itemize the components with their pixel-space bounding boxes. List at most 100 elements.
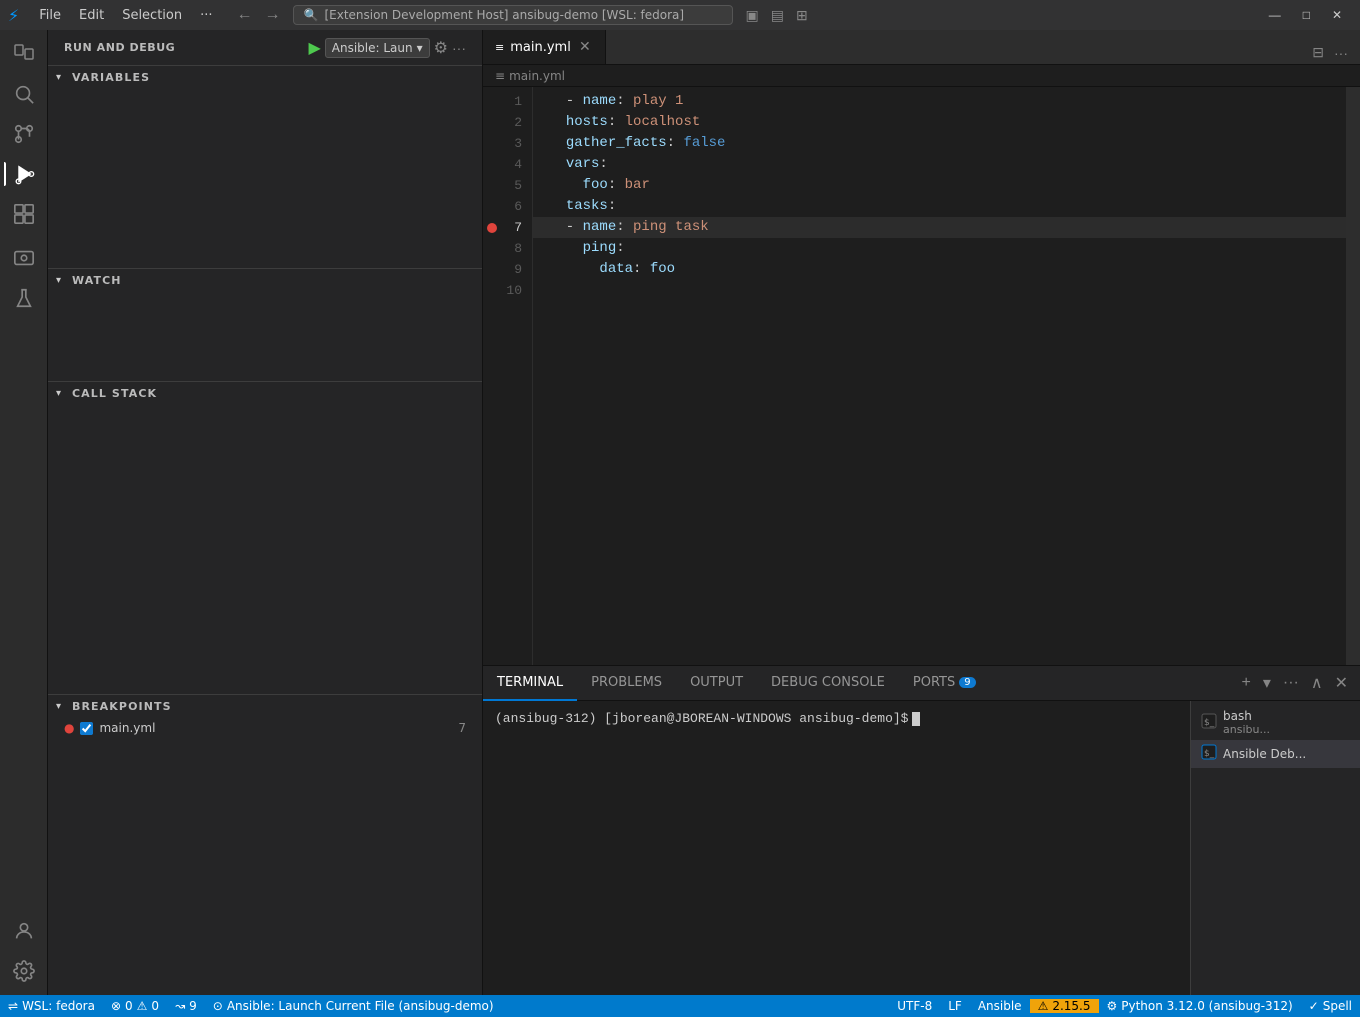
status-spell[interactable]: ✓ Spell (1301, 999, 1360, 1013)
breakpoints-chevron-icon: ▾ (56, 701, 68, 712)
menu-selection[interactable]: Selection (114, 6, 190, 25)
status-errors[interactable]: ⊗ 0 ⚠ 0 (103, 995, 167, 1017)
breakpoint-dot-icon: ● (64, 721, 74, 735)
close-panel-button[interactable]: ✕ (1331, 670, 1352, 696)
activity-icon-run-debug[interactable] (4, 154, 44, 194)
editor-tab-main-yml[interactable]: ≡ main.yml ✕ (483, 30, 606, 64)
activity-icon-settings[interactable] (4, 951, 44, 991)
terminal-line-1: (ansibug-312) [jborean@JBOREAN-WINDOWS a… (495, 709, 1178, 729)
main-container: RUN AND DEBUG ▶ Ansible: Laun ▾ ⚙ ··· ▾ … (0, 30, 1360, 995)
layout-btn-2[interactable]: ▤ (766, 4, 789, 27)
run-debug-label: RUN AND DEBUG (64, 41, 175, 54)
run-debug-header: RUN AND DEBUG ▶ Ansible: Laun ▾ ⚙ ··· (48, 30, 482, 65)
status-remote-count[interactable]: ↝ 9 (167, 995, 205, 1017)
code-line-1: - name: play 1 (533, 91, 1346, 112)
status-python[interactable]: ⚙ Python 3.12.0 (ansibug-312) (1099, 999, 1301, 1013)
watch-header[interactable]: ▾ WATCH (48, 269, 482, 291)
chevron-down-icon: ▾ (417, 41, 423, 55)
tab-bar-actions: ⊟ ··· (1300, 41, 1360, 64)
breadcrumb-filename[interactable]: main.yml (509, 69, 565, 83)
svg-text:$_: $_ (1204, 718, 1215, 728)
activity-icon-search[interactable] (4, 74, 44, 114)
vscode-logo: ⚡ (8, 6, 19, 25)
line-num-8: 8 (483, 238, 522, 259)
code-line-9: data: foo (533, 259, 1346, 280)
menu-file[interactable]: File (31, 6, 69, 25)
variables-section: ▾ VARIABLES (48, 66, 482, 268)
split-editor-button[interactable]: ⊟ (1308, 41, 1328, 64)
layout-btn-3[interactable]: ⊞ (791, 4, 813, 27)
code-content[interactable]: - name: play 1 hosts: localhost gather_f… (533, 87, 1346, 665)
menu-edit[interactable]: Edit (71, 6, 112, 25)
debug-ellipsis-button[interactable]: ··· (452, 40, 466, 56)
breakpoint-line: 7 (458, 721, 466, 735)
code-line-7: - name: ping task (533, 217, 1346, 238)
status-debug-launch[interactable]: ⊙ Ansible: Launch Current File (ansibug-… (205, 995, 502, 1017)
panel-actions: + ▾ ··· ∧ ✕ (1230, 670, 1360, 696)
callstack-content (48, 404, 482, 694)
status-line-ending[interactable]: LF (940, 999, 970, 1013)
status-language[interactable]: Ansible (970, 999, 1030, 1013)
window-minimize-button[interactable]: — (1259, 4, 1291, 26)
breadcrumb: ≡ main.yml (483, 65, 1360, 87)
status-ansible-version[interactable]: ⚠ 2.15.5 (1030, 999, 1099, 1013)
activity-icon-extensions[interactable] (4, 194, 44, 234)
terminal-session-ansible[interactable]: $_ Ansible Deb... (1191, 740, 1360, 768)
terminal-up-button[interactable]: ∧ (1307, 670, 1327, 696)
nav-back-button[interactable]: ← (233, 4, 257, 26)
terminal-bash-icon: $_ (1201, 713, 1217, 733)
variables-chevron-icon: ▾ (56, 72, 68, 83)
terminal-bash-sub: ansibu... (1223, 723, 1270, 736)
variables-content (48, 88, 482, 268)
variables-header[interactable]: ▾ VARIABLES (48, 66, 482, 88)
activity-icon-flask[interactable] (4, 278, 44, 318)
debug-play-button[interactable]: ▶ (308, 38, 320, 58)
tab-bar: ≡ main.yml ✕ ⊟ ··· (483, 30, 1360, 65)
nav-forward-button[interactable]: → (261, 4, 285, 26)
editor-scrollbar[interactable] (1346, 87, 1360, 665)
status-encoding[interactable]: UTF-8 (889, 999, 940, 1013)
terminal-chevron-button[interactable]: ▾ (1259, 670, 1275, 696)
callstack-header[interactable]: ▾ CALL STACK (48, 382, 482, 404)
breakpoints-header[interactable]: ▾ BREAKPOINTS (48, 695, 482, 717)
tab-problems[interactable]: PROBLEMS (577, 666, 676, 701)
window-maximize-button[interactable]: □ (1293, 4, 1320, 26)
search-icon: 🔍 (304, 8, 319, 22)
debug-gear-button[interactable]: ⚙ (434, 38, 448, 58)
line-num-1: 1 (483, 91, 522, 112)
terminal-main[interactable]: (ansibug-312) [jborean@JBOREAN-WINDOWS a… (483, 701, 1190, 995)
debug-launch-label: Ansible: Launch Current File (ansibug-de… (227, 999, 494, 1013)
wsl-icon: ⇌ (8, 999, 18, 1013)
terminal-session-bash[interactable]: $_ bash ansibu... (1191, 705, 1360, 740)
search-bar[interactable]: 🔍 [Extension Development Host] ansibug-d… (293, 5, 733, 25)
activity-icon-remote-explorer[interactable] (4, 238, 44, 278)
terminal-more-button[interactable]: ··· (1279, 671, 1303, 695)
ansible-version: 2.15.5 (1052, 999, 1090, 1013)
tab-output-label: OUTPUT (690, 675, 743, 690)
breakpoint-item: ● main.yml 7 (48, 717, 482, 739)
debug-config-selector[interactable]: Ansible: Laun ▾ (325, 38, 430, 58)
variables-title: VARIABLES (72, 71, 150, 84)
new-terminal-button[interactable]: + (1238, 671, 1255, 695)
status-wsl[interactable]: ⇌ WSL: fedora (0, 995, 103, 1017)
more-actions-button[interactable]: ··· (1330, 42, 1352, 64)
activity-icon-explorer[interactable] (4, 34, 44, 74)
menu-bar: File Edit Selection ··· (31, 6, 220, 25)
tab-ports[interactable]: PORTS 9 (899, 666, 990, 701)
python-icon: ⚙ (1107, 999, 1118, 1013)
breakpoint-checkbox[interactable] (80, 722, 93, 735)
spell-icon: ✓ (1309, 999, 1319, 1013)
remote-icon: ↝ (175, 999, 185, 1013)
tab-close-button[interactable]: ✕ (577, 39, 593, 55)
window-close-button[interactable]: ✕ (1322, 4, 1352, 26)
tab-terminal[interactable]: TERMINAL (483, 666, 577, 701)
activity-icon-account[interactable] (4, 911, 44, 951)
code-line-10 (533, 280, 1346, 301)
activity-icon-source-control[interactable] (4, 114, 44, 154)
tab-debug-console[interactable]: DEBUG CONSOLE (757, 666, 899, 701)
layout-btn-1[interactable]: ▣ (741, 4, 764, 27)
watch-title: WATCH (72, 274, 122, 287)
line-num-3: 3 (483, 133, 522, 154)
tab-output[interactable]: OUTPUT (676, 666, 757, 701)
menu-more[interactable]: ··· (192, 6, 220, 25)
